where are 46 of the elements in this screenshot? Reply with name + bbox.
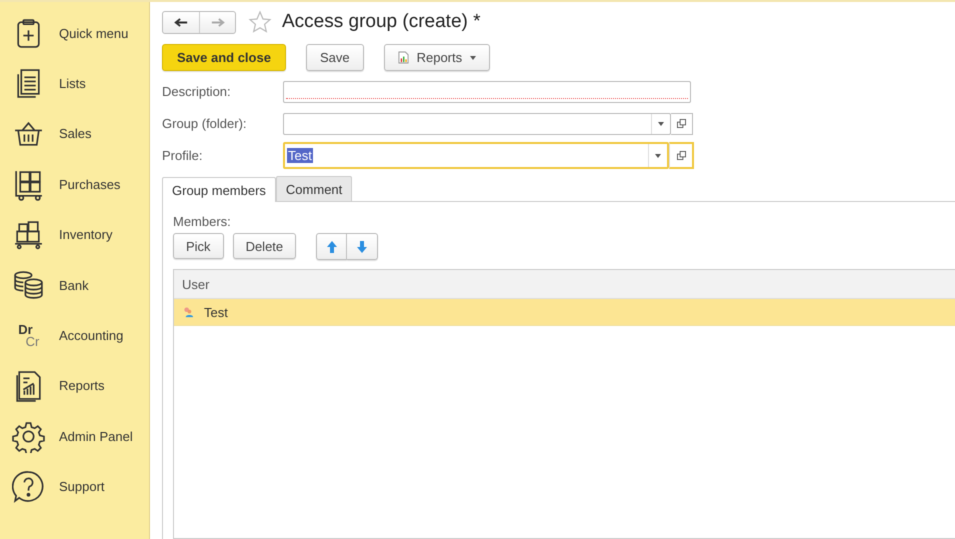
sidebar-item[interactable]: Reports: [0, 360, 149, 412]
combo-field[interactable]: [283, 112, 671, 134]
save-and-close-button[interactable]: Save and close: [162, 44, 286, 71]
sidebar-item[interactable]: Admin Panel: [0, 411, 149, 462]
combo-field[interactable]: Test: [283, 142, 669, 169]
arrow-right-icon: [210, 16, 224, 28]
caret-icon: [655, 154, 661, 158]
caret-icon: [658, 122, 664, 126]
caret-icon: [470, 56, 476, 60]
open-window-icon: [676, 151, 686, 160]
report-icon: [398, 51, 409, 64]
move-down-button[interactable]: [347, 233, 378, 260]
members-label: Members:: [173, 214, 232, 229]
sidebar-item[interactable]: Dr Cr Accounting: [0, 310, 149, 361]
field-label: Description:: [162, 84, 232, 99]
sidebar-item[interactable]: Bank: [0, 260, 149, 310]
field-label: Group (folder):: [162, 116, 248, 131]
input-field[interactable]: [283, 80, 691, 102]
save-button[interactable]: Save: [306, 44, 364, 71]
help-icon: [12, 470, 45, 504]
star-icon[interactable]: [248, 10, 272, 34]
sidebar-item[interactable]: Support: [0, 462, 149, 512]
arrow-left-icon: [174, 16, 188, 28]
tab[interactable]: Group members: [162, 177, 276, 202]
debit-credit-icon: Dr Cr: [12, 319, 45, 352]
sidebar-item[interactable]: Sales: [0, 108, 149, 160]
field-label: Profile:: [162, 148, 204, 163]
gear-icon: [12, 420, 45, 453]
sidebar-item[interactable]: Quick menu: [0, 8, 149, 58]
open-window-icon: [677, 119, 686, 128]
member-button[interactable]: Pick: [173, 233, 224, 259]
member-button[interactable]: Delete: [232, 233, 296, 259]
sidebar-item[interactable]: Lists: [0, 58, 149, 109]
open-button[interactable]: [671, 112, 693, 134]
open-button[interactable]: [669, 142, 694, 169]
window-title: Access group (create) *: [282, 11, 481, 33]
sidebar-item[interactable]: Purchases: [0, 159, 149, 210]
user-icon: [183, 306, 194, 318]
table-row[interactable]: Test: [174, 299, 955, 326]
arrow-down-icon: [356, 240, 368, 254]
tab[interactable]: Comment: [276, 176, 352, 201]
column-header[interactable]: User: [174, 276, 210, 292]
sidebar-item[interactable]: Inventory: [0, 210, 149, 260]
reports-button[interactable]: Reports: [384, 44, 490, 71]
move-up-button[interactable]: [316, 233, 348, 260]
arrow-up-icon: [326, 240, 338, 254]
